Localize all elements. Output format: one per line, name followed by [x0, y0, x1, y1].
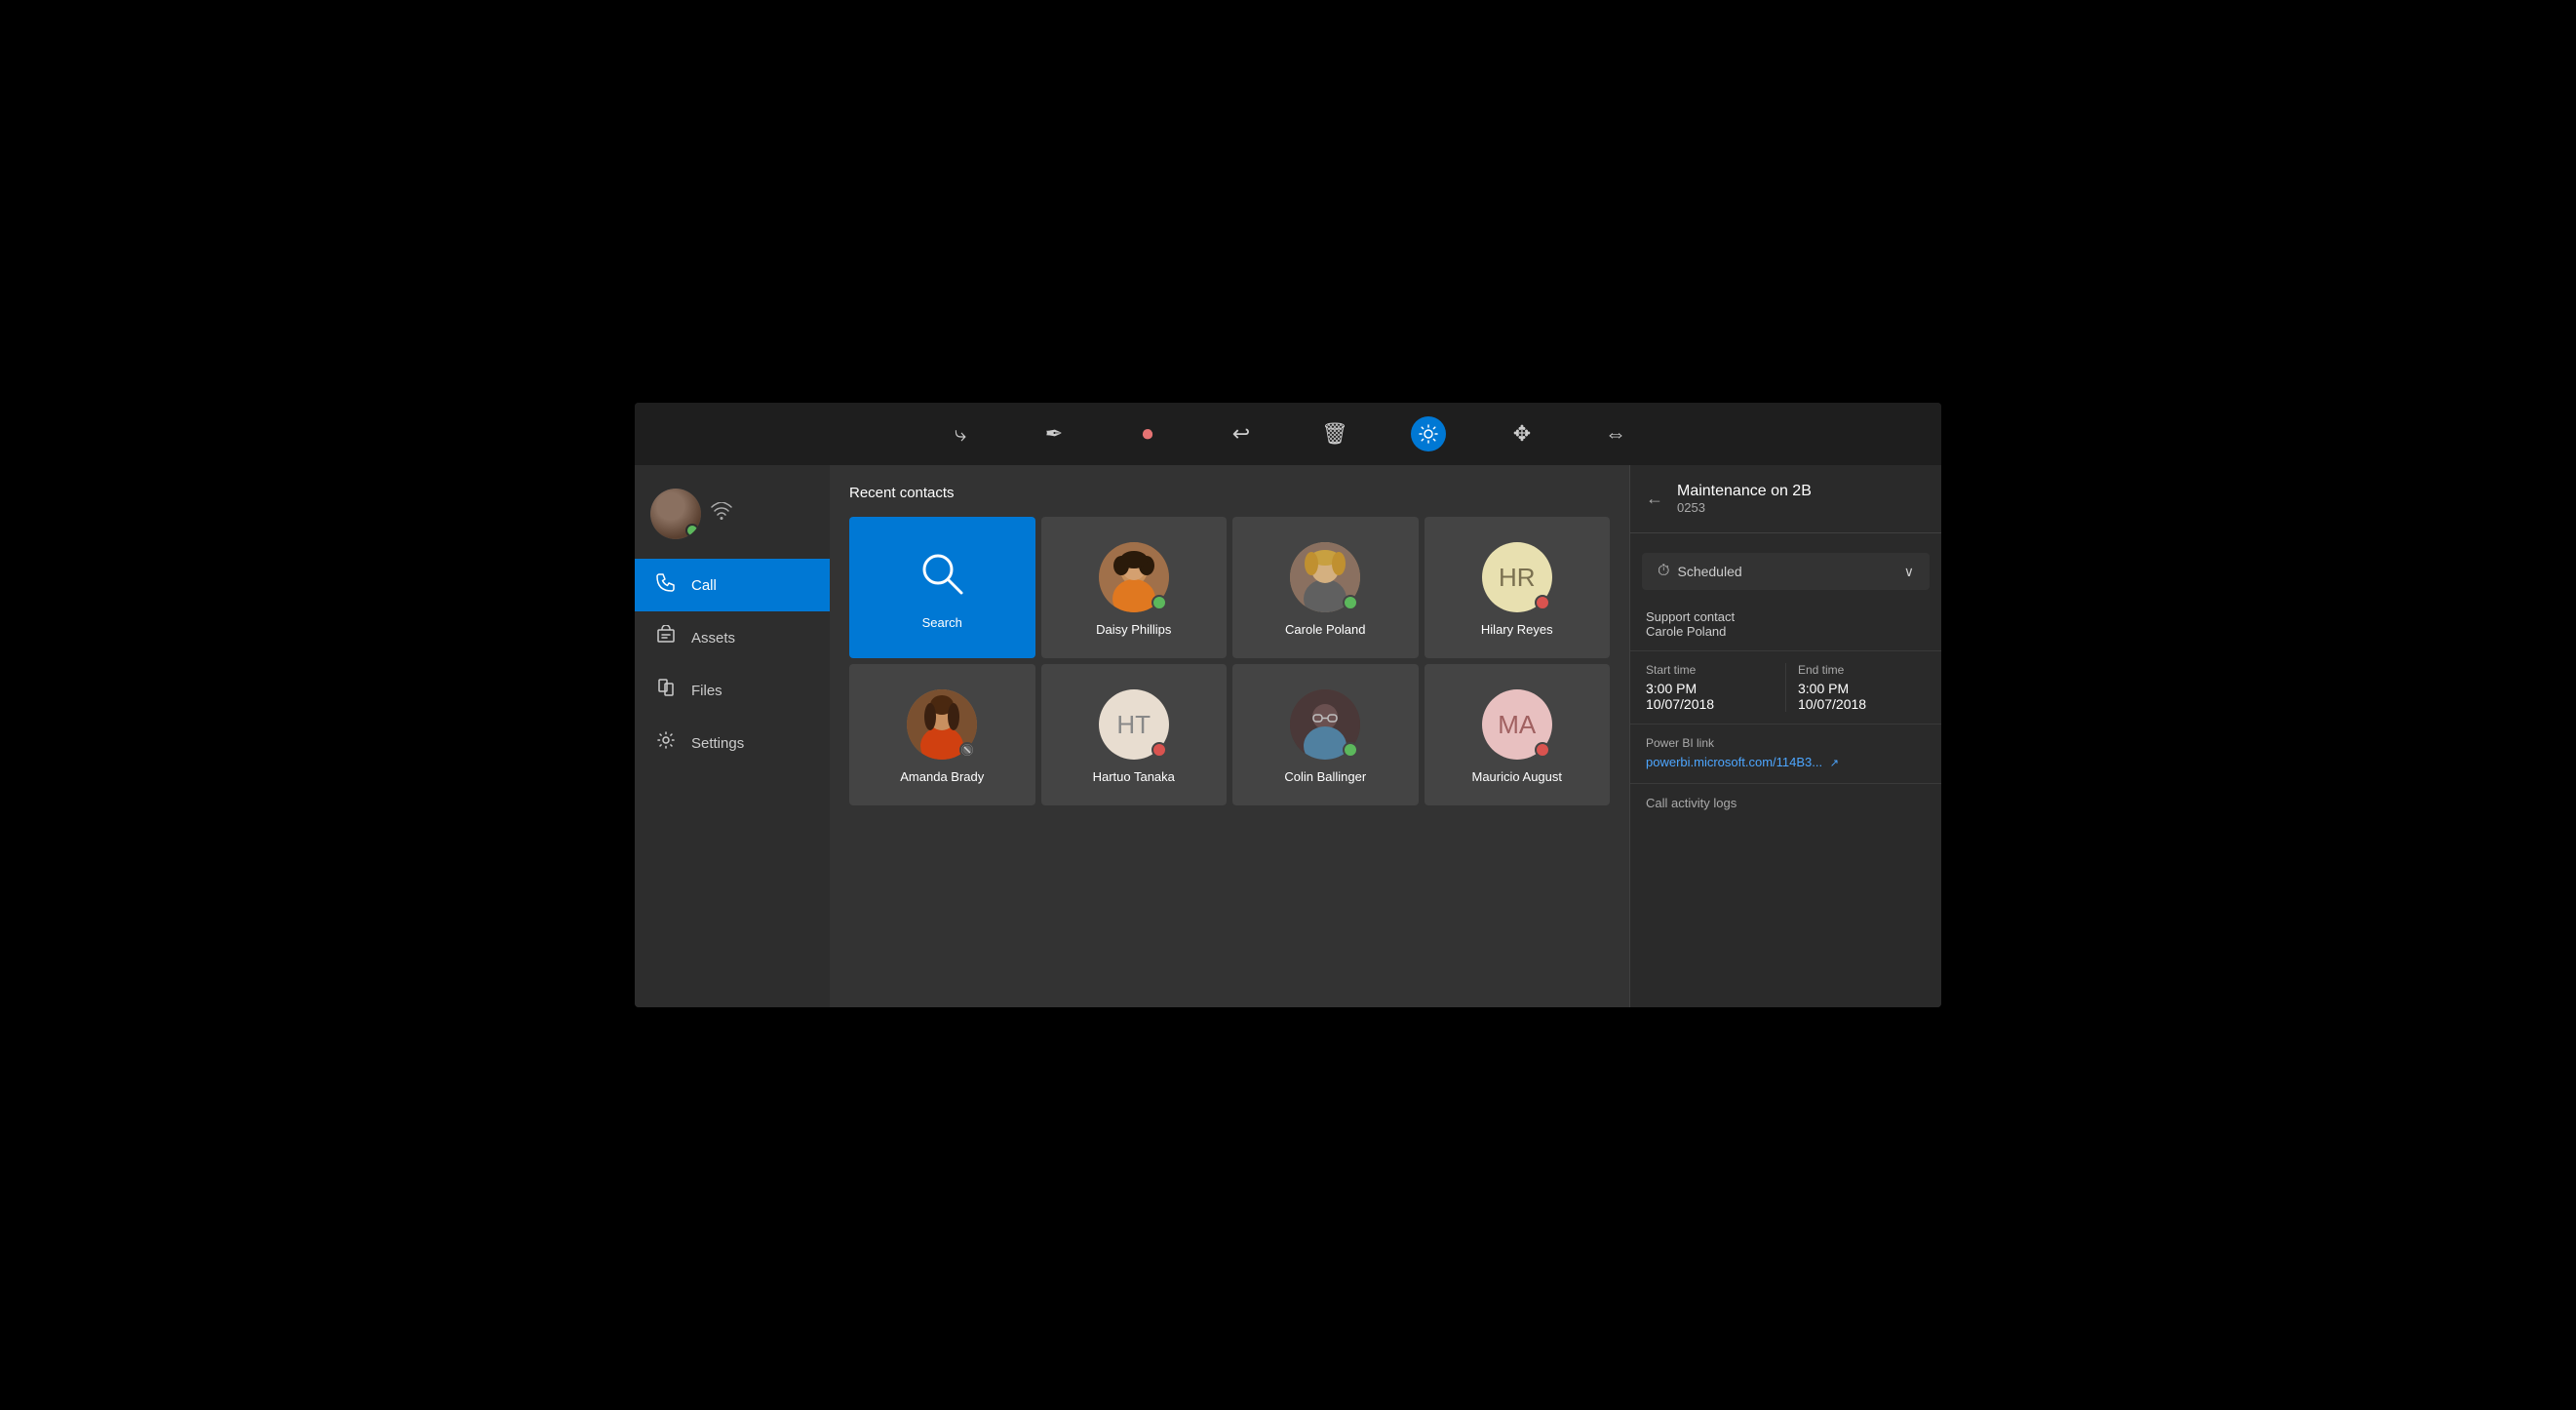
avatar-status-dot [685, 524, 699, 537]
start-time-label: Start time [1646, 663, 1774, 677]
start-date-value: 10/07/2018 [1646, 696, 1774, 712]
record-icon[interactable]: ⏺ [1130, 416, 1165, 451]
contact-tile-hilary[interactable]: HR Hilary Reyes [1425, 517, 1611, 658]
right-panel: ← Maintenance on 2B 0253 ⏱ Scheduled ∨ [1629, 465, 1941, 1007]
search-label: Search [922, 615, 962, 630]
clock-icon: ⏱ [1658, 563, 1669, 580]
avatar-daisy [1099, 542, 1169, 612]
end-time-col: End time 3:00 PM 10/07/2018 [1798, 663, 1926, 712]
power-bi-link-text: powerbi.microsoft.com/114B3... [1646, 755, 1822, 769]
support-contact-label: Support contact [1646, 609, 1926, 624]
start-time-value: 3:00 PM [1646, 681, 1774, 696]
name-daisy: Daisy Phillips [1096, 622, 1171, 637]
avatar-hilary: HR [1482, 542, 1552, 612]
contact-tile-amanda[interactable]: Amanda Brady [849, 664, 1035, 805]
undo-icon[interactable]: ↩ [1224, 416, 1259, 451]
status-mauricio [1535, 742, 1550, 758]
call-label: Call [691, 577, 717, 594]
assets-icon [654, 625, 678, 650]
user-profile [635, 481, 830, 559]
status-label: ⏱ Scheduled [1658, 563, 1742, 580]
status-row[interactable]: ⏱ Scheduled ∨ [1642, 553, 1930, 590]
maintenance-title: Maintenance on 2B [1677, 483, 1812, 500]
settings-active-icon[interactable] [1411, 416, 1446, 451]
settings-label: Settings [691, 735, 744, 752]
wifi-icon [711, 502, 732, 526]
power-bi-label: Power BI link [1646, 736, 1926, 750]
maintenance-id: 0253 [1677, 500, 1812, 515]
sidebar-nav: Call Assets [635, 559, 830, 769]
power-bi-link[interactable]: powerbi.microsoft.com/114B3... ↗ [1646, 755, 1839, 769]
main-content: Call Assets [635, 465, 1941, 1007]
avatar-hartuo: HT [1099, 689, 1169, 760]
contact-tile-mauricio[interactable]: MA Mauricio August [1425, 664, 1611, 805]
call-activity-section: Call activity logs [1630, 784, 1941, 822]
call-activity-label: Call activity logs [1646, 796, 1737, 810]
pin-icon[interactable]: ⇔ [1598, 416, 1633, 451]
search-contact-tile[interactable]: Search [849, 517, 1035, 658]
status-amanda [959, 742, 975, 758]
contacts-grid: Search [849, 517, 1610, 805]
name-mauricio: Mauricio August [1472, 769, 1563, 784]
toolbar: ⤷ ✒ ⏺ ↩ 🗑 ✥ ⇔ [635, 403, 1941, 465]
name-amanda: Amanda Brady [900, 769, 984, 784]
search-icon [918, 550, 965, 604]
sidebar-item-assets[interactable]: Assets [635, 611, 830, 664]
contact-tile-colin[interactable]: Colin Ballinger [1232, 664, 1419, 805]
start-time-col: Start time 3:00 PM 10/07/2018 [1646, 663, 1786, 712]
support-contact-value: Carole Poland [1646, 624, 1926, 639]
sidebar: Call Assets [635, 465, 830, 1007]
end-time-label: End time [1798, 663, 1926, 677]
avatar-mauricio: MA [1482, 689, 1552, 760]
support-contact-section: Support contact Carole Poland [1630, 598, 1941, 651]
start-time-section: Start time 3:00 PM 10/07/2018 End time 3… [1630, 651, 1941, 725]
name-hilary: Hilary Reyes [1481, 622, 1553, 637]
right-panel-title-block: Maintenance on 2B 0253 [1677, 483, 1812, 515]
time-row: Start time 3:00 PM 10/07/2018 End time 3… [1646, 663, 1926, 712]
chevron-down-icon: ∨ [1904, 564, 1914, 580]
files-label: Files [691, 683, 722, 699]
name-colin: Colin Ballinger [1284, 769, 1366, 784]
status-daisy [1151, 595, 1167, 610]
avatar-amanda [907, 689, 977, 760]
status-hartuo [1151, 742, 1167, 758]
right-panel-header: ← Maintenance on 2B 0253 [1630, 465, 1941, 533]
power-bi-section: Power BI link powerbi.microsoft.com/114B… [1630, 725, 1941, 784]
move-icon[interactable]: ✥ [1504, 416, 1540, 451]
delete-icon[interactable]: 🗑 [1317, 416, 1352, 451]
center-panel: Recent contacts Search [830, 465, 1629, 1007]
assets-label: Assets [691, 630, 735, 646]
contact-tile-daisy[interactable]: Daisy Phillips [1041, 517, 1228, 658]
status-value: Scheduled [1677, 564, 1741, 579]
files-icon [654, 678, 678, 703]
end-date-value: 10/07/2018 [1798, 696, 1926, 712]
avatar-colin [1290, 689, 1360, 760]
avatar [650, 489, 701, 539]
name-carole: Carole Poland [1285, 622, 1365, 637]
contact-tile-carole[interactable]: Carole Poland [1232, 517, 1419, 658]
contact-tile-hartuo[interactable]: HT Hartuo Tanaka [1041, 664, 1228, 805]
call-icon [654, 572, 678, 598]
disconnect-icon[interactable]: ⤷ [943, 416, 978, 451]
status-hilary [1535, 595, 1550, 610]
sidebar-item-call[interactable]: Call [635, 559, 830, 611]
settings-icon [654, 730, 678, 756]
sidebar-item-settings[interactable]: Settings [635, 717, 830, 769]
section-title: Recent contacts [849, 485, 1610, 501]
pen-icon[interactable]: ✒ [1036, 416, 1072, 451]
right-panel-body: ⏱ Scheduled ∨ Support contact Carole Pol… [1630, 533, 1941, 834]
name-hartuo: Hartuo Tanaka [1093, 769, 1175, 784]
back-button[interactable]: ← [1646, 489, 1663, 509]
avatar-carole [1290, 542, 1360, 612]
app-window: ⤷ ✒ ⏺ ↩ 🗑 ✥ ⇔ [635, 403, 1941, 1007]
external-link-icon: ↗ [1830, 758, 1839, 769]
end-time-value: 3:00 PM [1798, 681, 1926, 696]
sidebar-item-files[interactable]: Files [635, 664, 830, 717]
